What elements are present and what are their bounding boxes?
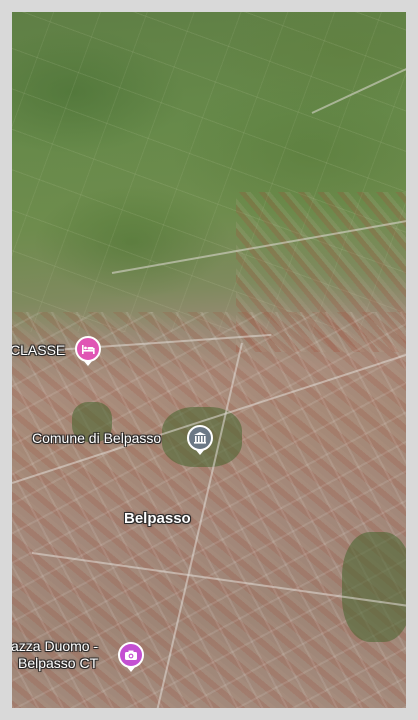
city-label-belpasso[interactable]: Belpasso xyxy=(124,510,191,527)
bed-icon xyxy=(81,342,95,356)
government-building-icon xyxy=(193,431,207,445)
camera-icon xyxy=(124,648,138,662)
place-label-townhall[interactable]: Comune di Belpasso xyxy=(32,430,161,447)
place-label-square[interactable]: azza Duomo - Belpasso CT xyxy=(12,638,98,672)
photo-spot-pin[interactable] xyxy=(118,642,144,668)
hotel-pin[interactable] xyxy=(75,336,101,362)
place-label-hotel[interactable]: CLASSE xyxy=(12,342,65,359)
green-area xyxy=(342,532,406,642)
map-viewport[interactable]: CLASSE Comune di Belpasso Belpasso azza … xyxy=(12,12,406,708)
place-label-square-line2: Belpasso CT xyxy=(18,655,99,671)
place-label-square-line1: azza Duomo - xyxy=(12,638,99,654)
townhall-pin[interactable] xyxy=(187,425,213,451)
